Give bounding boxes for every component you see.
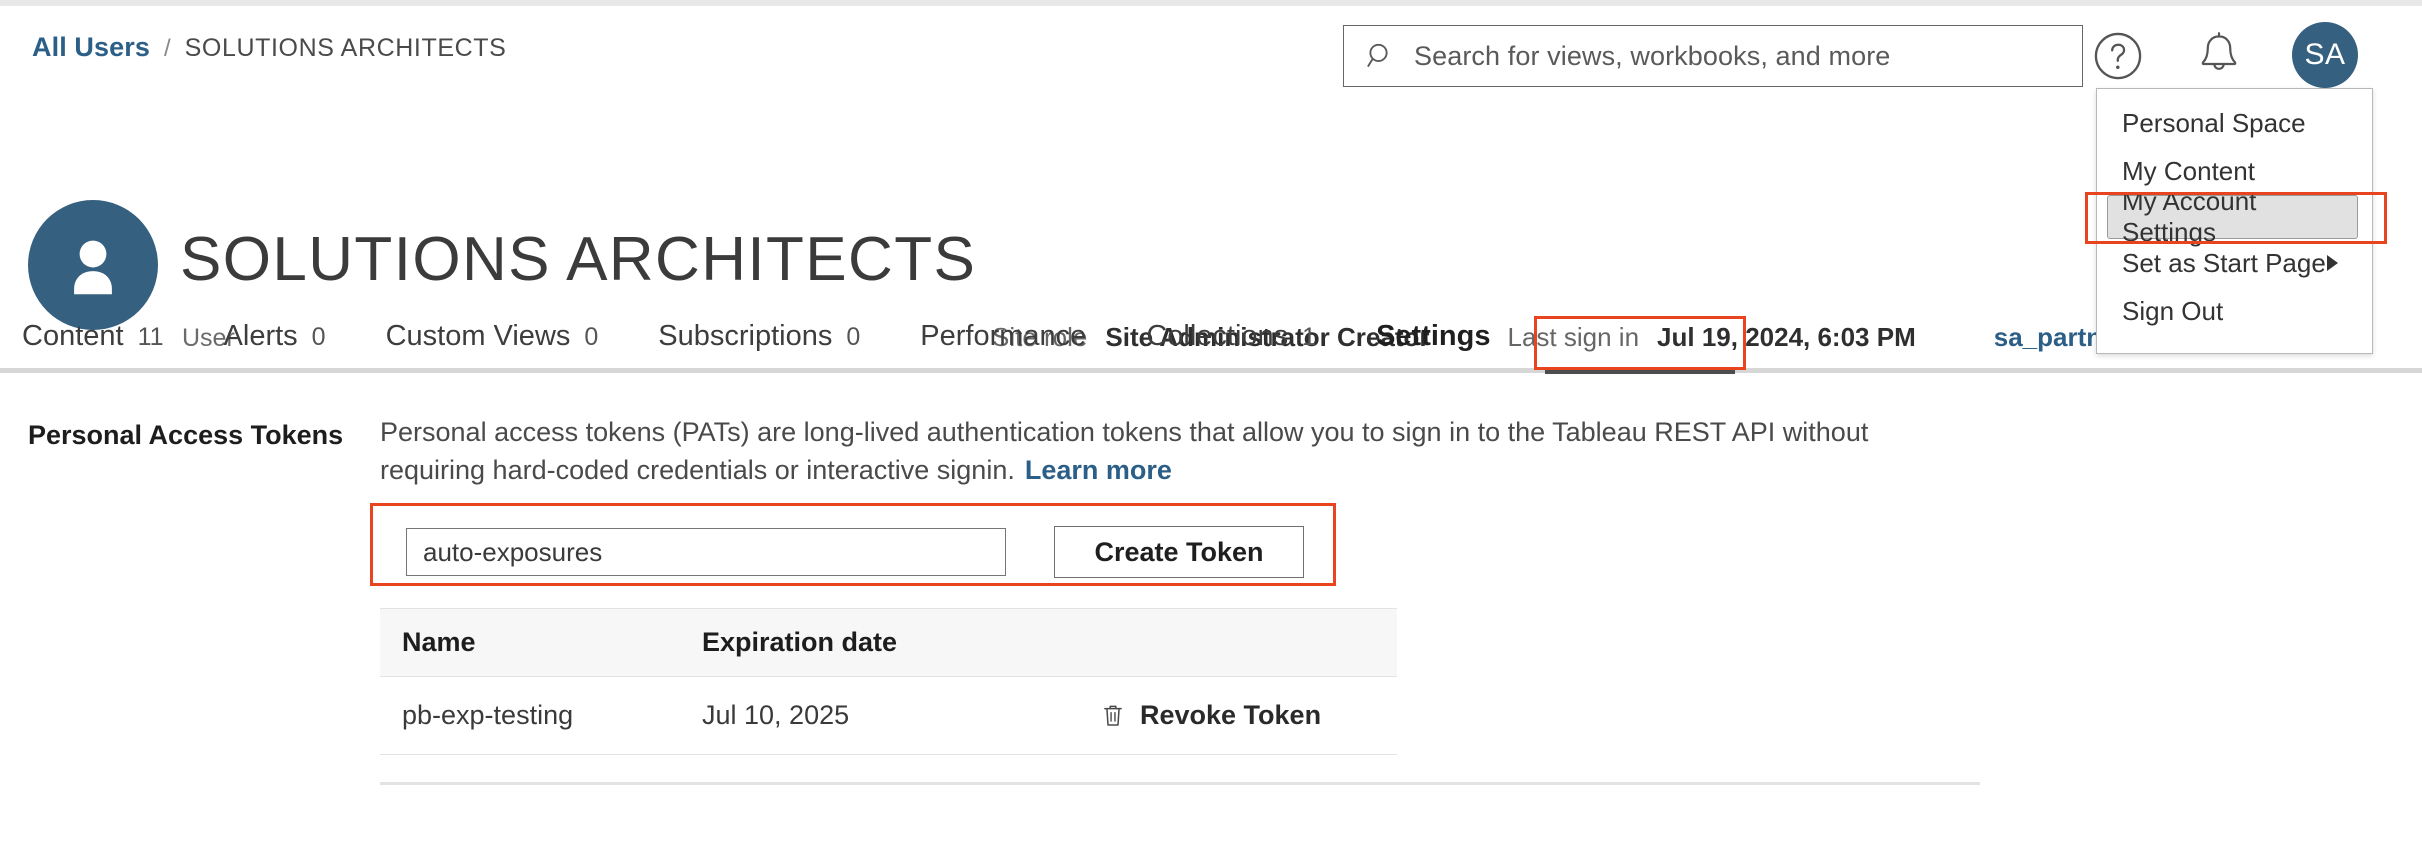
column-header-name: Name [380,609,680,677]
create-token-button[interactable]: Create Token [1054,526,1304,578]
user-avatar-button[interactable]: SA [2292,22,2358,88]
column-header-actions [1100,609,1397,677]
tab-label: Settings [1376,320,1490,353]
tab-settings[interactable]: Settings [1346,320,1520,374]
search-box[interactable]: Search for views, workbooks, and more [1343,25,2083,87]
token-name-input[interactable] [406,528,1006,576]
pat-description: Personal access tokens (PATs) are long-l… [380,413,1980,490]
avatar-initials: SA [2304,38,2345,72]
revoke-token-button[interactable]: Revoke Token [1100,700,1397,731]
menu-item-sign-out[interactable]: Sign Out [2097,287,2372,335]
menu-item-label: Sign Out [2122,296,2223,327]
tab-custom-views[interactable]: Custom Views 0 [356,320,629,374]
menu-item-set-as-start-page[interactable]: Set as Start Page [2097,239,2372,287]
search-input[interactable]: Search for views, workbooks, and more [1414,41,1890,72]
tab-collections[interactable]: Collections 1 [1116,320,1346,374]
search-icon [1366,41,1396,71]
tab-count: 0 [584,323,598,352]
menu-item-my-account-settings[interactable]: My Account Settings [2107,195,2358,239]
section-divider [380,782,1980,785]
account-dropdown-menu[interactable]: Personal Space My Content My Account Set… [2096,88,2373,354]
tab-label: Performance [920,320,1086,353]
tab-label: Collections [1146,320,1288,353]
cell-revoke-action: Revoke Token [1100,677,1397,755]
cell-expiration-date: Jul 10, 2025 [680,677,1100,755]
notifications-bell-icon[interactable] [2195,29,2243,83]
breadcrumb-separator: / [164,35,171,63]
page-title: SOLUTIONS ARCHITECTS [180,224,976,295]
tab-subscriptions[interactable]: Subscriptions 0 [628,320,890,374]
help-icon[interactable] [2093,31,2143,81]
tabs-underline [0,368,2422,373]
personal-access-tokens-section: Personal access tokens (PATs) are long-l… [380,413,2000,490]
tab-count: 1 [1302,323,1316,352]
top-navigation-bar: All Users / SOLUTIONS ARCHITECTS Search … [0,6,2422,104]
tab-performance[interactable]: Performance [890,320,1116,374]
menu-item-label: Set as Start Page [2122,248,2326,279]
revoke-token-label: Revoke Token [1140,700,1321,731]
trash-icon [1100,701,1126,731]
tab-label: Custom Views [386,320,571,353]
tab-label: Content [22,320,124,353]
menu-item-personal-space[interactable]: Personal Space [2097,99,2372,147]
tab-count: 11 [138,323,164,352]
tableau-user-settings-page: All Users / SOLUTIONS ARCHITECTS Search … [0,0,2422,850]
table-row: pb-exp-testing Jul 10, 2025 Revoke Token [380,677,1397,755]
tab-alerts[interactable]: Alerts 0 [194,320,356,374]
tokens-table: Name Expiration date pb-exp-testing Jul … [380,608,1397,755]
section-title-personal-access-tokens: Personal Access Tokens [28,420,343,451]
breadcrumb-current: SOLUTIONS ARCHITECTS [185,34,507,63]
tabs-active-indicator [1545,368,1735,374]
chevron-right-icon [2327,255,2338,271]
menu-item-label: Personal Space [2122,108,2306,139]
cell-token-name: pb-exp-testing [380,677,680,755]
table-header-row: Name Expiration date [380,609,1397,677]
breadcrumb-all-users-link[interactable]: All Users [32,32,150,63]
profile-tabs: Content 11 Alerts 0 Custom Views 0 Subsc… [0,312,2422,374]
column-header-expiration-date: Expiration date [680,609,1100,677]
tab-label: Subscriptions [658,320,832,353]
create-token-row: Create Token [406,526,1304,578]
breadcrumb: All Users / SOLUTIONS ARCHITECTS [32,32,506,63]
profile-avatar [28,200,158,330]
tab-count: 0 [846,323,860,352]
person-icon [54,226,132,304]
tab-content[interactable]: Content 11 [0,320,194,374]
profile-header: SOLUTIONS ARCHITECTS User Site role Site… [0,104,2422,280]
tab-count: 0 [312,323,326,352]
tab-label: Alerts [224,320,298,353]
learn-more-link[interactable]: Learn more [1025,455,1172,485]
menu-item-label: My Content [2122,156,2255,187]
